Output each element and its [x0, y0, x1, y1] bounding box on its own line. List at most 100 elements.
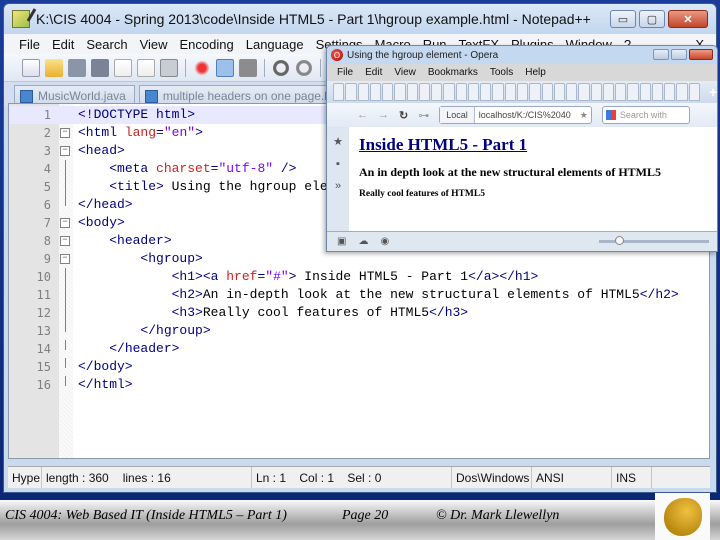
fold-toggle-icon[interactable]: −: [60, 218, 70, 228]
close-button[interactable]: ✕: [668, 10, 708, 28]
paste-icon[interactable]: [239, 58, 257, 77]
back-icon[interactable]: ←: [357, 109, 368, 121]
code-line[interactable]: 10 <h1><a href="#"> Inside HTML5 - Part …: [9, 268, 709, 286]
close-all-icon[interactable]: [137, 58, 155, 77]
opera-tab[interactable]: [516, 83, 529, 101]
ucf-pegasus-logo: [655, 493, 710, 540]
reload-icon[interactable]: ↻: [399, 109, 408, 122]
zoom-slider[interactable]: [599, 236, 709, 245]
opera-menu-edit[interactable]: Edit: [365, 67, 382, 78]
opera-tab[interactable]: [602, 83, 615, 101]
address-bar[interactable]: Local localhost/K:/CIS%2040 ★: [439, 106, 592, 124]
page-heading-h1[interactable]: Inside HTML5 - Part 1: [359, 135, 707, 155]
opera-maximize-button[interactable]: [671, 49, 687, 60]
opera-menu-tools[interactable]: Tools: [490, 67, 513, 78]
line-number: 16: [36, 378, 51, 392]
forward-icon[interactable]: →: [378, 109, 389, 121]
notes-icon[interactable]: ▪: [336, 158, 340, 170]
menu-view[interactable]: View: [135, 37, 175, 52]
code-text: </html>: [78, 377, 133, 392]
menu-search[interactable]: Search: [81, 37, 134, 52]
url-field[interactable]: localhost/K:/CIS%2040: [475, 110, 577, 120]
cut-icon[interactable]: [193, 58, 211, 77]
opera-menu-view[interactable]: View: [394, 67, 416, 78]
opera-tab[interactable]: [566, 83, 578, 101]
menu-language[interactable]: Language: [241, 37, 311, 52]
print-icon[interactable]: [160, 58, 178, 77]
site-badge[interactable]: Local: [440, 107, 475, 123]
fold-line: [65, 160, 66, 178]
opera-tab[interactable]: [406, 83, 418, 101]
opera-tab[interactable]: [467, 83, 480, 101]
bookmark-star-icon[interactable]: ★: [577, 110, 591, 121]
bookmarks-star-icon[interactable]: ★: [333, 135, 343, 148]
opera-tab[interactable]: [578, 83, 590, 101]
opera-menu-file[interactable]: File: [337, 67, 353, 78]
expand-chevron-icon[interactable]: »: [335, 180, 341, 192]
opera-tab[interactable]: [639, 83, 651, 101]
code-line[interactable]: 11 <h2>An in-depth look at the new struc…: [9, 286, 709, 304]
new-tab-button[interactable]: +: [709, 84, 717, 100]
line-number: 12: [36, 306, 51, 320]
copy-icon[interactable]: [216, 58, 234, 77]
new-file-icon[interactable]: [22, 58, 40, 77]
opera-tab[interactable]: [590, 83, 602, 101]
opera-tab[interactable]: [504, 83, 516, 101]
minimize-button[interactable]: ▭: [610, 10, 636, 28]
close-icon[interactable]: [114, 58, 132, 77]
opera-tab[interactable]: [369, 83, 382, 101]
opera-tab[interactable]: [431, 83, 443, 101]
opera-tab[interactable]: [443, 83, 455, 101]
opera-tab[interactable]: [357, 83, 369, 101]
opera-minimize-button[interactable]: [653, 49, 669, 60]
slide-footer: CIS 4004: Web Based IT (Inside HTML5 – P…: [0, 500, 720, 540]
fold-toggle-icon[interactable]: −: [60, 254, 70, 264]
unite-icon[interactable]: ☁: [358, 236, 368, 247]
undo-icon[interactable]: [272, 58, 290, 77]
redo-icon[interactable]: [295, 58, 313, 77]
slide: K:\CIS 4004 - Spring 2013\code\Inside HT…: [0, 0, 720, 540]
opera-tab[interactable]: [394, 83, 406, 101]
opera-tab[interactable]: [615, 83, 627, 101]
opera-tab[interactable]: [664, 83, 676, 101]
fold-toggle-icon[interactable]: −: [60, 236, 70, 246]
zoom-slider-knob[interactable]: [614, 236, 624, 245]
opera-tab[interactable]: [676, 83, 688, 101]
search-field[interactable]: Search with: [601, 106, 690, 124]
code-line[interactable]: 16 </html>: [9, 376, 709, 394]
code-line[interactable]: 14 </header>: [9, 340, 709, 358]
opera-close-button[interactable]: [689, 49, 713, 60]
menu-encoding[interactable]: Encoding: [175, 37, 241, 52]
fold-toggle-icon[interactable]: −: [60, 146, 70, 156]
code-line[interactable]: 15 </body>: [9, 358, 709, 376]
opera-tab[interactable]: [333, 83, 345, 101]
opera-tab[interactable]: [541, 83, 553, 101]
save-icon[interactable]: [68, 58, 86, 77]
opera-tab[interactable]: [651, 83, 664, 101]
opera-tab[interactable]: [480, 83, 492, 101]
code-text: <h2>An in-depth look at the new structur…: [171, 287, 679, 302]
menu-file[interactable]: File: [14, 37, 47, 52]
opera-tab[interactable]: [529, 83, 541, 101]
opera-menu-bookmarks[interactable]: Bookmarks: [428, 67, 478, 78]
opera-tab[interactable]: [688, 83, 700, 101]
opera-tab[interactable]: [627, 83, 639, 101]
opera-tab[interactable]: [492, 83, 504, 101]
opera-tab[interactable]: [418, 83, 431, 101]
key-icon[interactable]: ⊶: [418, 109, 429, 122]
menu-edit[interactable]: Edit: [47, 37, 81, 52]
panel-toggle-icon[interactable]: ▣: [337, 236, 346, 247]
opera-tab[interactable]: [382, 83, 394, 101]
open-file-icon[interactable]: [45, 58, 63, 77]
opera-tab[interactable]: [553, 83, 566, 101]
code-line[interactable]: 9− <hgroup>: [9, 250, 709, 268]
opera-tab[interactable]: [345, 83, 357, 101]
fold-toggle-icon[interactable]: −: [60, 128, 70, 138]
code-line[interactable]: 12 <h3>Really cool features of HTML5</h3…: [9, 304, 709, 322]
opera-menu-help[interactable]: Help: [525, 67, 546, 78]
opera-tab[interactable]: [455, 83, 467, 101]
save-all-icon[interactable]: [91, 58, 109, 77]
code-line[interactable]: 13 </hgroup>: [9, 322, 709, 340]
maximize-button[interactable]: ▢: [639, 10, 665, 28]
turbo-icon[interactable]: ◉: [380, 236, 389, 247]
